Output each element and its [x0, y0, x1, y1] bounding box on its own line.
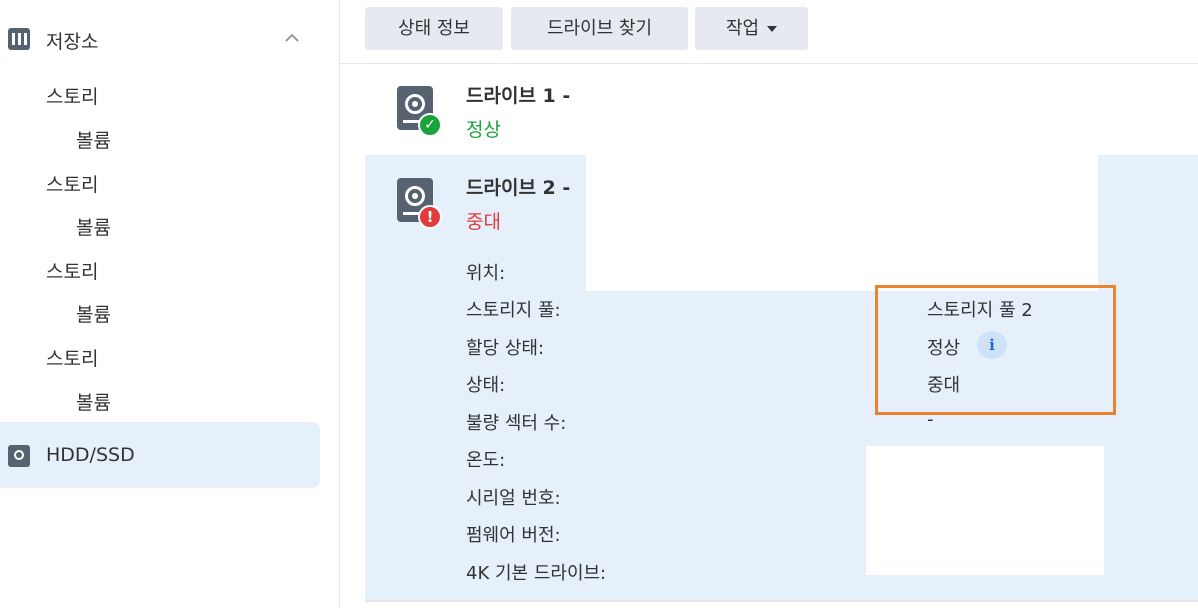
- sidebar: 저장소 스토리 볼륨 스토리 볼륨 스토리 볼륨 스토리 볼륨 HDD/SSD: [0, 0, 340, 608]
- detail-label-firmware: 펌웨어 버전:: [466, 525, 561, 546]
- drive-status: 중대: [466, 211, 501, 233]
- toolbar: 상태 정보 드라이브 찾기 작업: [340, 0, 1198, 64]
- redacted-area: [586, 155, 1098, 291]
- caret-down-icon: [767, 26, 778, 32]
- hdd-icon: [8, 445, 30, 467]
- sidebar-item-hdd-ssd[interactable]: HDD/SSD: [0, 422, 320, 488]
- detail-label-storage-pool: 스토리지 풀:: [466, 300, 561, 321]
- sidebar-section-label: 저장소: [46, 31, 99, 53]
- detail-label-allocation-status: 할당 상태:: [466, 338, 545, 359]
- storage-icon: [8, 28, 30, 50]
- find-drive-button[interactable]: 드라이브 찾기: [511, 7, 688, 50]
- detail-label-location: 위치:: [466, 263, 506, 284]
- redacted-area: [866, 446, 1104, 575]
- drive-name: 드라이브 2 -: [466, 177, 571, 199]
- sidebar-item-volume[interactable]: 볼륨: [76, 213, 136, 240]
- detail-label-4k-native: 4K 기본 드라이브:: [466, 563, 607, 584]
- sidebar-section-storage[interactable]: 저장소: [0, 18, 340, 62]
- divider: [365, 600, 1198, 602]
- detail-label-bad-sector: 불량 섹터 수:: [466, 413, 567, 434]
- detail-label-serial: 시리얼 번호:: [466, 488, 561, 509]
- sidebar-item-volume[interactable]: 볼륨: [76, 300, 136, 327]
- sidebar-item-label: HDD/SSD: [46, 444, 135, 466]
- sidebar-item-storage-pool[interactable]: 스토리: [46, 170, 106, 197]
- chevron-up-icon[interactable]: [282, 28, 302, 48]
- action-dropdown-label: 작업: [725, 18, 760, 39]
- drive-name: 드라이브 1 -: [466, 85, 571, 107]
- action-dropdown-button[interactable]: 작업: [695, 7, 808, 50]
- sidebar-item-volume[interactable]: 볼륨: [76, 388, 136, 415]
- highlight-box: [875, 285, 1116, 415]
- sidebar-item-storage-pool[interactable]: 스토리: [46, 344, 106, 371]
- check-badge-icon: ✓: [418, 113, 442, 137]
- critical-badge-icon: !: [418, 205, 442, 229]
- status-info-button[interactable]: 상태 정보: [365, 7, 503, 50]
- drive-status: 정상: [466, 119, 501, 141]
- sidebar-item-volume[interactable]: 볼륨: [76, 126, 136, 153]
- detail-label-status: 상태:: [466, 375, 506, 396]
- sidebar-item-storage-pool[interactable]: 스토리: [46, 82, 106, 109]
- sidebar-item-storage-pool[interactable]: 스토리: [46, 257, 106, 284]
- detail-label-temperature: 온도:: [466, 450, 506, 471]
